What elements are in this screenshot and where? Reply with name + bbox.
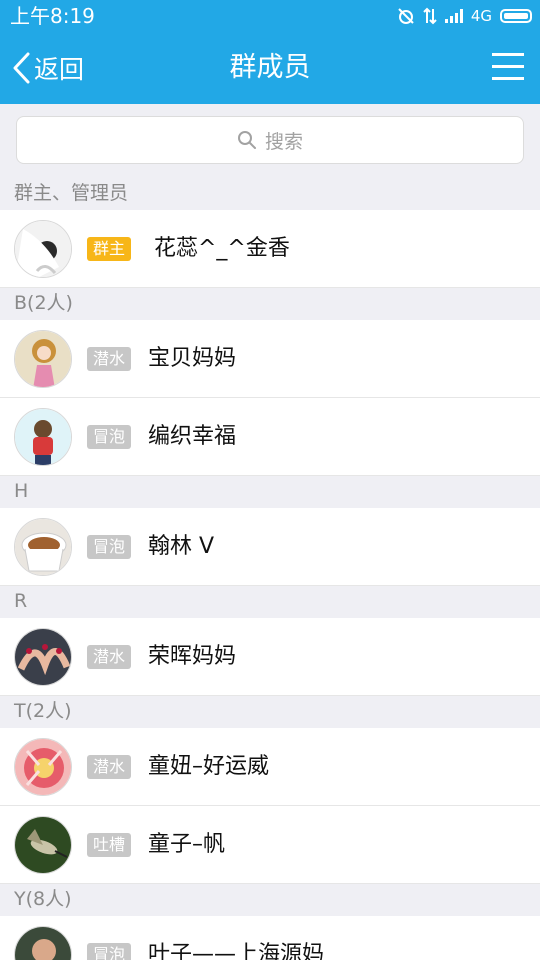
member-badge: 潜水 <box>87 347 132 371</box>
list-item[interactable]: 潜水 荣晖妈妈 <box>0 618 540 696</box>
search-icon <box>237 131 256 149</box>
owner-badge: 群主 <box>87 237 132 261</box>
avatar <box>14 518 72 576</box>
status-bar: 上午8:19 4G <box>0 0 540 32</box>
avatar <box>14 738 72 796</box>
member-badge: 冒泡 <box>87 425 132 449</box>
avatar <box>14 330 72 388</box>
signal-icon <box>444 9 463 23</box>
list-item[interactable]: 潜水 童妞–好运威 <box>0 728 540 806</box>
member-name: 童子–帆 <box>148 832 226 857</box>
data-transfer-icon <box>423 7 437 25</box>
member-badge: 冒泡 <box>87 535 132 559</box>
section-header: H <box>0 476 540 508</box>
list-item[interactable]: 群主 花蕊^_^金香 <box>0 210 540 288</box>
section-header: Y(8人) <box>0 884 540 916</box>
section-header: 群主、管理员 <box>0 178 540 210</box>
member-list: 群主、管理员 群主 花蕊^_^金香 B(2人) 潜水 宝贝妈妈 冒泡 编织幸福 … <box>0 178 540 960</box>
avatar <box>14 220 72 278</box>
member-badge: 潜水 <box>87 645 132 669</box>
title-bar: 返回 群成员 <box>0 32 540 104</box>
status-icons: 4G <box>397 5 532 27</box>
section-header: T(2人) <box>0 696 540 728</box>
list-item[interactable]: 潜水 宝贝妈妈 <box>0 320 540 398</box>
menu-button[interactable] <box>492 50 528 82</box>
status-time: 上午8:19 <box>10 4 95 28</box>
member-badge: 潜水 <box>87 755 132 779</box>
section-header: B(2人) <box>0 288 540 320</box>
member-name: 叶子——上海源妈 <box>148 942 325 960</box>
list-item[interactable]: 冒泡 编织幸福 <box>0 398 540 476</box>
back-button[interactable]: 返回 <box>10 32 84 104</box>
battery-icon <box>500 9 532 23</box>
avatar <box>14 816 72 874</box>
list-item[interactable]: 冒泡 叶子——上海源妈 <box>0 916 540 960</box>
list-item[interactable]: 吐槽 童子–帆 <box>0 806 540 884</box>
member-name: 荣晖妈妈 <box>148 644 237 669</box>
member-name: 宝贝妈妈 <box>148 346 237 371</box>
member-name: 翰林 V <box>148 534 215 559</box>
avatar <box>14 926 72 960</box>
member-name: 童妞–好运威 <box>148 754 270 779</box>
alarm-off-icon <box>398 8 414 24</box>
avatar <box>14 628 72 686</box>
back-label: 返回 <box>34 55 85 84</box>
network-type: 4G <box>470 7 492 25</box>
avatar <box>14 408 72 466</box>
member-name: 花蕊^_^金香 <box>154 236 290 261</box>
search-input[interactable]: 搜索 <box>16 116 524 164</box>
member-badge: 吐槽 <box>87 833 132 857</box>
member-badge: 冒泡 <box>87 943 132 960</box>
search-placeholder: 搜索 <box>264 130 303 153</box>
section-header: R <box>0 586 540 618</box>
member-name: 编织幸福 <box>148 424 237 449</box>
list-item[interactable]: 冒泡 翰林 V <box>0 508 540 586</box>
chevron-left-icon <box>13 52 30 84</box>
search-area: 搜索 <box>0 104 540 178</box>
